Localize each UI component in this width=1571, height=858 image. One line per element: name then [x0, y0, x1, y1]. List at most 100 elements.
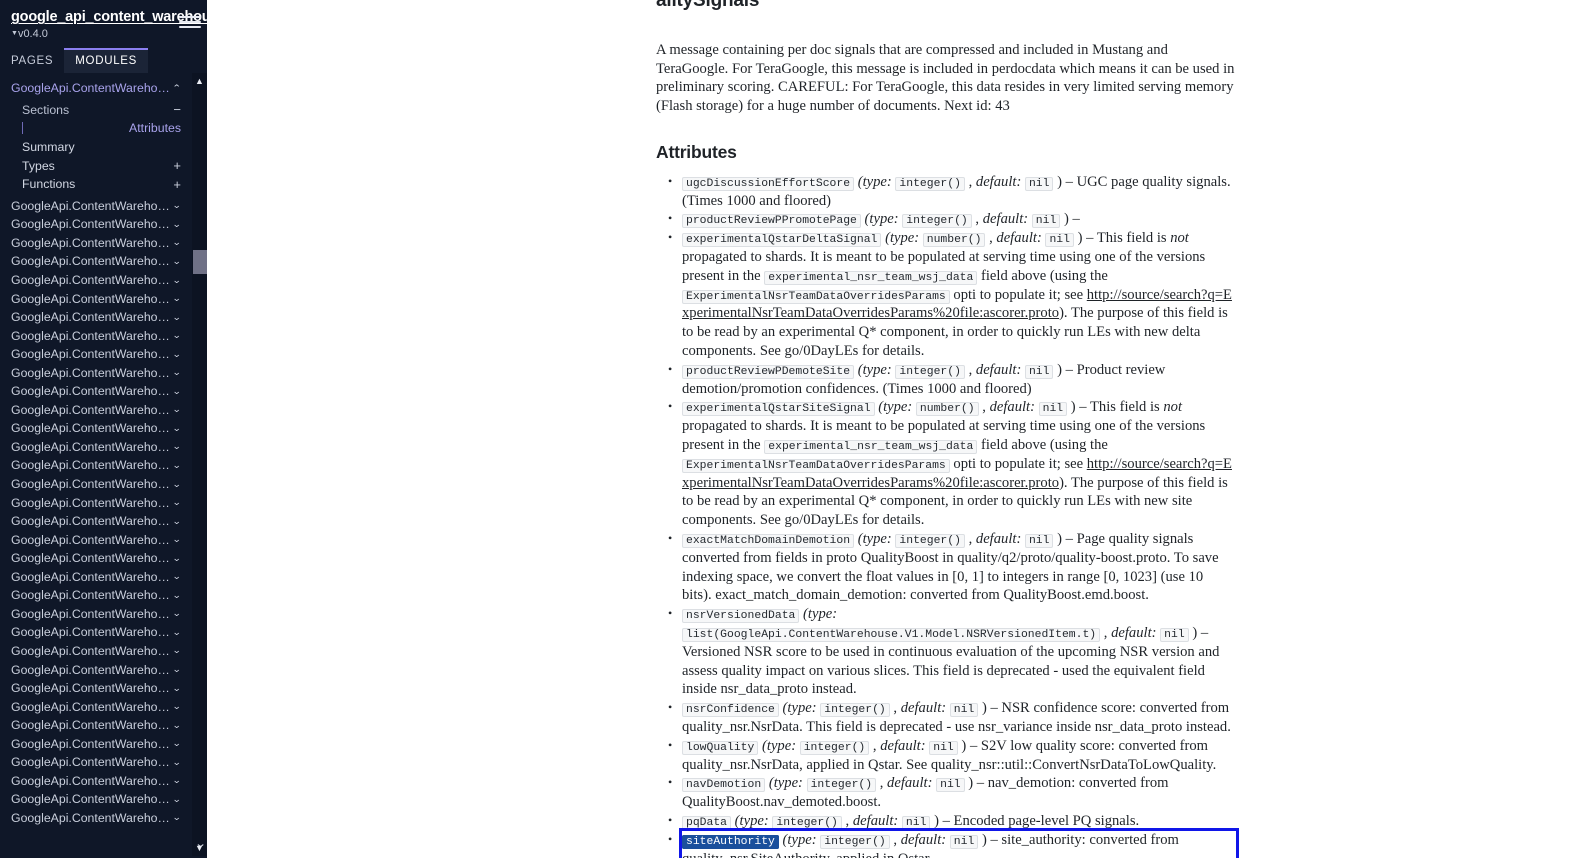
chevron-down-icon[interactable]: ⌄ [173, 404, 182, 415]
attribute-default: nil [949, 834, 979, 849]
chevron-down-icon[interactable]: ⌄ [173, 367, 182, 378]
chevron-down-icon[interactable]: ⌄ [173, 664, 182, 675]
chevron-down-icon[interactable]: ⌄ [194, 837, 206, 850]
sidebar-item-module[interactable]: GoogleApi.ContentWarehouse... ⌄ [0, 809, 193, 828]
type-label: type: [787, 831, 817, 848]
sidebar-item-current-module[interactable]: GoogleApi.ContentWarehouse... ⌃ [0, 79, 193, 98]
collapse-minus-icon[interactable]: − [173, 103, 181, 116]
chevron-up-icon[interactable]: ⌃ [173, 83, 182, 94]
chevron-down-icon[interactable]: ⌄ [173, 312, 182, 323]
tab-modules[interactable]: MODULES [64, 48, 149, 73]
sidebar-item-module[interactable]: GoogleApi.ContentWarehouse... ⌄ [0, 363, 193, 382]
sidebar-item-module[interactable]: GoogleApi.ContentWarehouse... ⌄ [0, 679, 193, 698]
chevron-down-icon[interactable]: ⌄ [173, 534, 182, 545]
chevron-down-icon[interactable]: ⌄ [173, 757, 182, 768]
sidebar-item-module[interactable]: GoogleApi.ContentWarehouse... ⌄ [0, 493, 193, 512]
chevron-down-icon[interactable]: ⌄ [173, 645, 182, 656]
sidebar-item-attributes[interactable]: Attributes [0, 119, 193, 138]
sidebar-item-module[interactable]: GoogleApi.ContentWarehouse... ⌄ [0, 697, 193, 716]
sidebar-item-module[interactable]: GoogleApi.ContentWarehouse... ⌄ [0, 401, 193, 420]
chevron-down-icon[interactable]: ⌄ [173, 423, 182, 434]
scrollbar-up-arrow-icon[interactable]: ▲ [192, 73, 207, 89]
chevron-down-icon[interactable]: ⌄ [173, 330, 182, 341]
attribute-default: nil [1024, 176, 1054, 191]
chevron-down-icon[interactable]: ⌄ [173, 553, 182, 564]
sidebar-item-module[interactable]: GoogleApi.ContentWarehouse... ⌄ [0, 642, 193, 661]
chevron-down-icon[interactable]: ⌄ [173, 720, 182, 731]
sidebar-item-module[interactable]: GoogleApi.ContentWarehouse... ⌄ [0, 308, 193, 327]
attribute-default: nil [1031, 214, 1061, 229]
sidebar-scrollbar[interactable]: ▲ ▼ [192, 73, 207, 856]
sidebar-item-module[interactable]: GoogleApi.ContentWarehouse... ⌄ [0, 475, 193, 494]
sidebar-item-module[interactable]: GoogleApi.ContentWarehouse... ⌄ [0, 716, 193, 735]
sidebar-item-module[interactable]: GoogleApi.ContentWarehouse... ⌄ [0, 623, 193, 642]
chevron-down-icon[interactable]: ⌄ [173, 275, 182, 286]
chevron-down-icon[interactable]: ⌄ [173, 256, 182, 267]
module-label: GoogleApi.ContentWarehouse... [11, 699, 174, 714]
sidebar-item-module[interactable]: GoogleApi.ContentWarehouse... ⌄ [0, 382, 193, 401]
chevron-down-icon[interactable]: ⌄ [173, 293, 182, 304]
sidebar-item-summary[interactable]: Summary [0, 138, 193, 157]
sidebar-item-module[interactable]: GoogleApi.ContentWarehouse... ⌄ [0, 215, 193, 234]
chevron-down-icon[interactable]: ⌄ [173, 794, 182, 805]
expand-plus-icon[interactable]: + [173, 159, 181, 172]
sidebar-item-module[interactable]: GoogleApi.ContentWarehouse... ⌄ [0, 586, 193, 605]
attribute-default: nil [1038, 402, 1068, 417]
type-label: type: [862, 361, 892, 378]
sidebar-item-sections[interactable]: Sections − [0, 101, 193, 120]
sidebar-item-module[interactable]: GoogleApi.ContentWarehouse... ⌄ [0, 456, 193, 475]
chevron-down-icon[interactable]: ⌄ [173, 683, 182, 694]
sidebar-item-module[interactable]: GoogleApi.ContentWarehouse... ⌄ [0, 530, 193, 549]
sidebar-item-module[interactable]: GoogleApi.ContentWarehouse... ⌄ [0, 289, 193, 308]
sidebar-item-module[interactable]: GoogleApi.ContentWarehouse... ⌄ [0, 197, 193, 216]
chevron-down-icon[interactable]: ⌄ [173, 738, 182, 749]
expand-plus-icon[interactable]: + [173, 178, 181, 191]
project-version[interactable]: ▼v0.4.0 [11, 28, 197, 40]
chevron-down-icon[interactable]: ⌄ [173, 479, 182, 490]
sidebar-item-module[interactable]: GoogleApi.ContentWarehouse... ⌄ [0, 772, 193, 791]
hamburger-icon[interactable] [179, 14, 201, 30]
chevron-down-icon[interactable]: ⌄ [173, 775, 182, 786]
chevron-down-icon[interactable]: ⌄ [173, 219, 182, 230]
sidebar-item-module[interactable]: GoogleApi.ContentWarehouse... ⌄ [0, 438, 193, 457]
chevron-down-icon[interactable]: ⌄ [173, 590, 182, 601]
chevron-down-icon[interactable]: ⌄ [173, 627, 182, 638]
sidebar-item-module[interactable]: GoogleApi.ContentWarehouse... ⌄ [0, 271, 193, 290]
chevron-down-icon[interactable]: ⌄ [173, 571, 182, 582]
project-title[interactable]: google_api_content_warehouse [11, 9, 207, 25]
chevron-down-icon[interactable]: ⌄ [173, 200, 182, 211]
sidebar-item-module[interactable]: GoogleApi.ContentWarehouse... ⌄ [0, 568, 193, 587]
chevron-down-icon[interactable]: ⌄ [173, 386, 182, 397]
sidebar-item-module[interactable]: GoogleApi.ContentWarehouse... ⌄ [0, 790, 193, 809]
sidebar-item-module[interactable]: GoogleApi.ContentWarehouse... ⌄ [0, 512, 193, 531]
chevron-down-icon[interactable]: ⌄ [173, 441, 182, 452]
chevron-down-icon[interactable]: ⌄ [173, 349, 182, 360]
attribute-name: lowQuality [682, 740, 759, 755]
scrollbar-thumb[interactable] [193, 250, 207, 274]
sidebar-item-module[interactable]: GoogleApi.ContentWarehouse... ⌄ [0, 734, 193, 753]
sidebar-item-module[interactable]: GoogleApi.ContentWarehouse... ⌄ [0, 234, 193, 253]
chevron-down-icon[interactable]: ⌄ [173, 237, 182, 248]
caret-down-icon: ▼ [11, 30, 18, 37]
sidebar-item-functions[interactable]: Functions + [0, 175, 193, 194]
sidebar-item-module[interactable]: GoogleApi.ContentWarehouse... ⌄ [0, 326, 193, 345]
chevron-down-icon[interactable]: ⌄ [173, 497, 182, 508]
chevron-down-icon[interactable]: ⌄ [173, 701, 182, 712]
tab-pages[interactable]: PAGES [0, 48, 64, 73]
attribute-type: integer() [799, 740, 870, 755]
sidebar-item-module[interactable]: GoogleApi.ContentWarehouse... ⌄ [0, 753, 193, 772]
sidebar-item-types[interactable]: Types + [0, 156, 193, 175]
attribute-item: experimentalQstarSiteSignal (type: numbe… [668, 397, 1236, 530]
chevron-down-icon[interactable]: ⌄ [173, 812, 182, 823]
sidebar-item-module[interactable]: GoogleApi.ContentWarehouse... ⌄ [0, 345, 193, 364]
chevron-down-icon[interactable]: ⌄ [173, 608, 182, 619]
sidebar-item-module[interactable]: GoogleApi.ContentWarehouse... ⌄ [0, 419, 193, 438]
sidebar-item-module[interactable]: GoogleApi.ContentWarehouse... ⌄ [0, 660, 193, 679]
chevron-down-icon[interactable]: ⌄ [173, 516, 182, 527]
sidebar-item-module[interactable]: GoogleApi.ContentWarehouse... ⌄ [0, 605, 193, 624]
sidebar-nav: GoogleApi.ContentWarehouse... ⌃ Sections… [0, 73, 193, 856]
sidebar-item-module[interactable]: GoogleApi.ContentWarehouse... ⌄ [0, 252, 193, 271]
sidebar-item-module[interactable]: GoogleApi.ContentWarehouse... ⌄ [0, 549, 193, 568]
chevron-down-icon[interactable]: ⌄ [173, 460, 182, 471]
attribute-type: integer() [772, 815, 842, 830]
